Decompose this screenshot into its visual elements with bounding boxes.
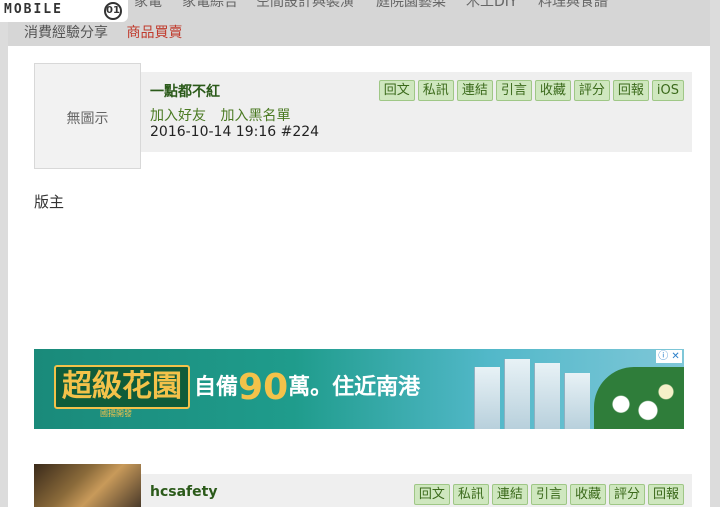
post-datetime: 2016-10-14 19:16 <box>150 124 277 140</box>
ad-headline-suffix: 萬。住近南港 <box>288 375 421 400</box>
report-button[interactable]: 回報 <box>612 80 649 101</box>
logo-icon: 01 <box>104 2 122 20</box>
ad-flowers-image <box>594 367 684 429</box>
nav-item-garden[interactable]: 庭院園藝菜 <box>376 0 446 11</box>
ad-headline-number: 90 <box>238 367 289 408</box>
ad-building-image <box>474 367 500 429</box>
left-gutter <box>0 0 8 507</box>
reply-button[interactable]: 回文 <box>378 80 415 101</box>
nav-item-interior-design[interactable]: 空間設計與裝潢 <box>256 0 354 11</box>
ad-building-image <box>504 359 530 429</box>
quote-button[interactable]: 引言 <box>530 484 567 505</box>
nav-item-marketplace[interactable]: 商品買賣 <box>126 25 182 41</box>
link-button[interactable]: 連結 <box>456 80 493 101</box>
ios-button[interactable]: iOS <box>651 80 684 101</box>
rate-button[interactable]: 評分 <box>608 484 645 505</box>
post-action-buttons: 回文 私訊 連結 引言 收藏 評分 回報 <box>411 484 684 506</box>
ad-brand-sub: 國揚開發 <box>100 409 132 418</box>
ad-headline: 自備90萬。住近南港 <box>194 367 420 408</box>
avatar-placeholder-text: 無圖示 <box>66 111 109 127</box>
post-floor[interactable]: #224 <box>281 124 319 140</box>
user-actions: 加入好友 加入黑名單 <box>150 105 300 125</box>
post-body: 版主 <box>34 193 65 211</box>
favorite-button[interactable]: 收藏 <box>534 80 571 101</box>
add-blacklist-link[interactable]: 加入黑名單 <box>220 108 290 124</box>
ad-banner[interactable]: 超級花園 國揚開發 自備90萬。住近南港 ⓘ ✕ <box>34 349 684 429</box>
private-message-button[interactable]: 私訊 <box>417 80 454 101</box>
reply-button[interactable]: 回文 <box>413 484 450 505</box>
post-header: hcsafety 回文 私訊 連結 引言 收藏 評分 回報 <box>141 474 692 507</box>
add-friend-link[interactable]: 加入好友 <box>150 108 206 124</box>
mobile01-logo[interactable]: MOBILE 01 <box>0 0 128 22</box>
avatar[interactable] <box>34 464 141 507</box>
nav-item-consumer-experience[interactable]: 消費經驗分享 <box>24 25 108 41</box>
ad-building-image <box>534 363 560 429</box>
nav-item-diy[interactable]: 木工DIY <box>466 0 517 11</box>
link-button[interactable]: 連結 <box>491 484 528 505</box>
nav-row-sub: 消費經驗分享 商品買賣 <box>24 22 196 42</box>
nav-item-recipes[interactable]: 料理與食譜 <box>538 0 608 11</box>
post-meta: 2016-10-14 19:16 #224 <box>150 124 319 140</box>
avatar-placeholder: 無圖示 <box>34 63 141 169</box>
ad-building-image <box>564 373 590 429</box>
nav-item-appliance-general[interactable]: 家電綜合 <box>182 0 238 11</box>
quote-button[interactable]: 引言 <box>495 80 532 101</box>
post-username[interactable]: hcsafety <box>150 484 217 500</box>
ad-headline-prefix: 自備 <box>194 375 239 400</box>
private-message-button[interactable]: 私訊 <box>452 484 489 505</box>
logo-text: MOBILE <box>4 2 63 17</box>
post-username[interactable]: 一點都不紅 <box>150 81 220 101</box>
right-gutter <box>710 0 720 507</box>
ad-close-icon[interactable]: ⓘ ✕ <box>656 350 682 363</box>
favorite-button[interactable]: 收藏 <box>569 484 606 505</box>
post-header: 一點都不紅 加入好友 加入黑名單 2016-10-14 19:16 #224 回… <box>141 72 692 152</box>
ad-brand: 超級花園 <box>54 365 190 409</box>
report-button[interactable]: 回報 <box>647 484 684 505</box>
nav-item-appliance[interactable]: 家電 <box>134 0 162 11</box>
post-action-buttons: 回文 私訊 連結 引言 收藏 評分 回報 iOS <box>376 80 684 102</box>
rate-button[interactable]: 評分 <box>573 80 610 101</box>
